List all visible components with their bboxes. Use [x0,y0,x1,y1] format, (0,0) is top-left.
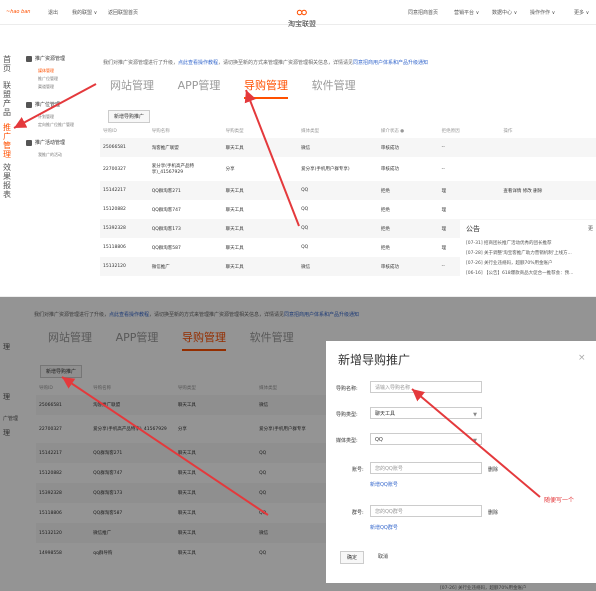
top-screenshot: ~hao ban 退出 我的联盟 ∨ 返回联盟首页 ထ 淘宝联盟 同意招商首页 … [0,0,596,290]
arrow-to-guide-tab [244,89,300,227]
arrow-to-promo-nav [13,83,97,129]
bottom-screenshot: 理 理 广管理 理 我们对推广资源管理进行了升级，点此查看操作教程，请切换至新的… [0,296,596,591]
arrow-to-name-input [411,388,541,498]
arrow-to-add-button [61,376,269,516]
top-annotation-arrows [13,83,300,227]
bottom-annotation-arrows [61,376,541,516]
